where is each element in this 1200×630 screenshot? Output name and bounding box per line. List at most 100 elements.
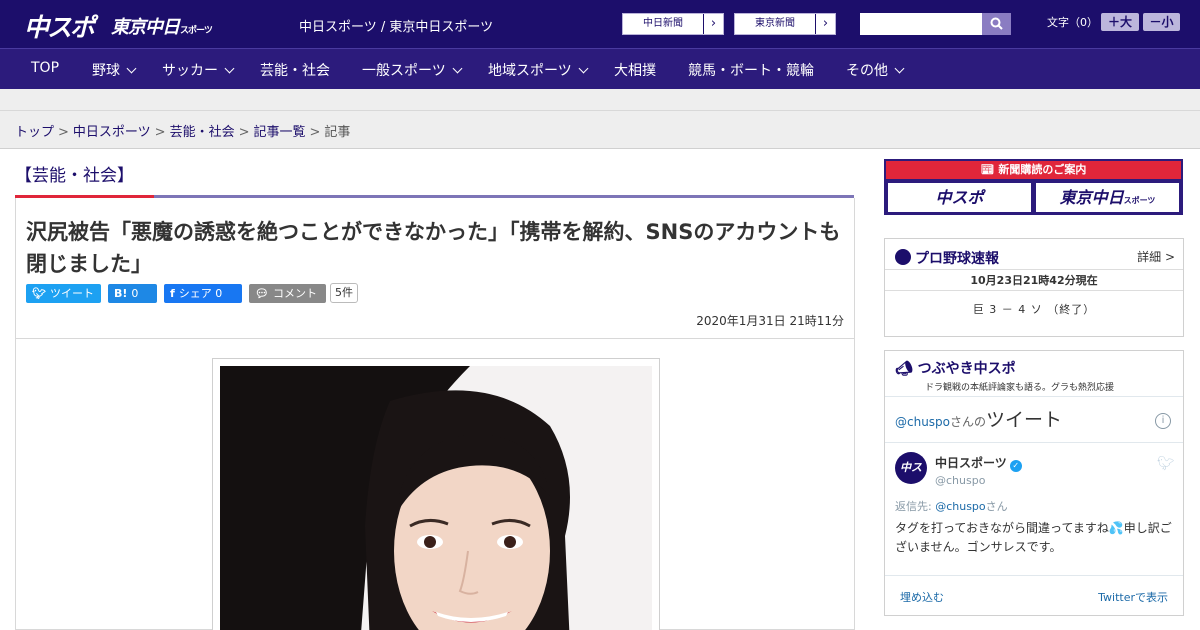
timeline-tweets-label: ツイート xyxy=(986,409,1063,431)
ad-logo-tokyo[interactable]: 東京中日スポーツ xyxy=(1036,183,1179,212)
ad-logo-tokyo-suffix: スポーツ xyxy=(1123,196,1156,205)
nav-label: 野球 xyxy=(92,63,120,79)
article: 沢尻被告「悪魔の誘惑を絶つことができなかった」「携帯を解約、SNSのアカウントも… xyxy=(15,198,855,630)
main-nav: TOP 野球 サッカー 芸能・社会 一般スポーツ 地域スポーツ 大相撲 競馬・ボ… xyxy=(0,48,1200,89)
nav-item-general-sports[interactable]: 一般スポーツ xyxy=(362,60,463,80)
comment-count-badge[interactable]: 5件 xyxy=(330,283,358,303)
nav-item-sumo[interactable]: 大相撲 xyxy=(614,60,656,80)
chevron-down-icon xyxy=(126,63,137,74)
avatar[interactable]: 中スポ xyxy=(895,452,927,506)
megaphone-icon: 📣︎ xyxy=(895,361,918,377)
newspaper-icon: 📰︎ xyxy=(980,163,999,176)
tweet-user-handle[interactable]: @chuspo xyxy=(935,474,985,487)
top-header: 中スポ 東京中日スポーツ 中日スポーツ / 東京中日スポーツ 中日新聞 › 東京… xyxy=(0,0,1200,48)
nav-label: 一般スポーツ xyxy=(362,63,446,79)
baseball-title-text: プロ野球速報 xyxy=(915,251,999,267)
breadcrumb-top[interactable]: トップ xyxy=(15,125,54,140)
font-larger-button[interactable]: ＋大 xyxy=(1101,13,1139,31)
breadcrumb-bar: トップ > 中日スポーツ > 芸能・社会 > 記事一覧 > 記事 xyxy=(0,111,1200,149)
game-score[interactable]: 巨 3 － 4 ソ （終了） xyxy=(885,301,1183,317)
tweet-user-name[interactable]: 中日スポーツ ✓ xyxy=(935,454,1022,472)
nav-label: 地域スポーツ xyxy=(488,63,572,79)
breadcrumb-chunichi-sports[interactable]: 中日スポーツ xyxy=(73,125,151,140)
article-photo-frame xyxy=(212,358,660,630)
speech-bubble-icon: 💬︎ xyxy=(255,287,269,300)
tweet-body: タグを打っておきながら間違ってますね💦申し訳ございません。ゴンサレスです。 xyxy=(895,521,1172,554)
info-icon[interactable]: i xyxy=(1155,413,1171,429)
article-photo[interactable] xyxy=(220,366,652,630)
portrait-image xyxy=(220,366,652,630)
baseball-detail-link[interactable]: 詳細 > xyxy=(1137,248,1175,265)
tokyo-shimbun-link[interactable]: 東京新聞 › xyxy=(734,13,836,35)
nav-item-soccer[interactable]: サッカー xyxy=(162,60,235,80)
font-smaller-button[interactable]: －小 xyxy=(1143,13,1180,31)
chevron-down-icon xyxy=(452,63,463,74)
search-icon xyxy=(990,17,1003,30)
tweet-button[interactable]: 🐦︎ ツイート xyxy=(26,284,101,303)
tokyo-chunichi-logo[interactable]: 東京中日スポーツ xyxy=(111,13,213,39)
breadcrumb: トップ > 中日スポーツ > 芸能・社会 > 記事一覧 > 記事 xyxy=(15,121,350,140)
nav-item-baseball[interactable]: 野球 xyxy=(92,60,137,80)
twitter-timeline: @chuspoさんのツイート i 中スポ 中日スポーツ ✓ @chuspo 🐦︎ … xyxy=(885,396,1183,604)
subscription-ad[interactable]: 📰︎ 新聞購読のご案内 中スポ 東京中日スポーツ xyxy=(884,159,1183,215)
timeline-handle[interactable]: @chuspo xyxy=(895,415,950,429)
timeline-footer-separator xyxy=(885,575,1183,576)
nav-item-racing[interactable]: 競馬・ボート・競輪 xyxy=(688,60,814,80)
embed-link[interactable]: 埋め込む xyxy=(900,589,944,605)
facebook-share-label: シェア 0 xyxy=(178,287,223,300)
nav-label: サッカー xyxy=(162,63,218,79)
hatena-bookmark-button[interactable]: B! 0 xyxy=(108,284,157,303)
user-name-text: 中日スポーツ xyxy=(935,456,1007,470)
breadcrumb-current: 記事 xyxy=(324,125,351,140)
ext-link-label: 東京新聞 xyxy=(755,18,795,29)
tweet-reply-to: 返信先: @chuspoさん xyxy=(895,498,1008,514)
nav-item-entertainment[interactable]: 芸能・社会 xyxy=(260,60,330,80)
chevron-right-icon: › xyxy=(703,14,723,34)
facebook-share-button[interactable]: f シェア 0 xyxy=(164,284,242,303)
chevron-down-icon xyxy=(578,63,589,74)
timeline-handle-suffix: さんの xyxy=(950,415,987,429)
twitter-title-text: つぶやき中スポ xyxy=(917,361,1016,377)
baseball-widget-title: プロ野球速報 xyxy=(895,248,999,268)
search-button[interactable] xyxy=(982,13,1011,35)
nav-item-regional-sports[interactable]: 地域スポーツ xyxy=(488,60,589,80)
chuspo-logo[interactable]: 中スポ xyxy=(24,8,95,44)
comment-label: コメント xyxy=(272,287,317,300)
twitter-widget-title: 📣︎ つぶやき中スポ xyxy=(895,358,1016,378)
baseball-score-widget: プロ野球速報 詳細 > 10月23日21時42分現在 巨 3 － 4 ソ （終了… xyxy=(884,238,1184,337)
breadcrumb-separator: > xyxy=(154,125,166,140)
score-updated-time: 10月23日21時42分現在 xyxy=(885,269,1183,291)
main-content: 【芸能・社会】 沢尻被告「悪魔の誘惑を絶つことができなかった」「携帯を解約、SN… xyxy=(0,149,1200,630)
breadcrumb-entertainment[interactable]: 芸能・社会 xyxy=(170,125,235,140)
nav-label: 競馬・ボート・競輪 xyxy=(688,63,814,79)
font-size-label: 文字（0） xyxy=(1047,16,1098,29)
hatena-icon: B! xyxy=(114,287,128,300)
site-name[interactable]: 中日スポーツ / 東京中日スポーツ xyxy=(299,16,493,35)
chevron-right-icon: › xyxy=(815,14,835,34)
search-input[interactable] xyxy=(860,13,982,35)
reply-handle-link[interactable]: @chuspo xyxy=(935,500,985,513)
nav-item-top[interactable]: TOP xyxy=(31,60,59,76)
comment-button[interactable]: 💬︎ コメント xyxy=(249,284,326,303)
tokyo-logo-text: 東京中日 xyxy=(111,17,180,38)
breadcrumb-separator: > xyxy=(58,125,69,140)
chevron-down-icon xyxy=(224,63,235,74)
nav-label: TOP xyxy=(31,60,60,76)
twitter-widget: 📣︎ つぶやき中スポ ドラ観戦の本紙評論家も語る。グラも熱烈応援 @chuspo… xyxy=(884,350,1184,616)
reply-suffix: さん xyxy=(985,500,1008,513)
breadcrumb-article-list[interactable]: 記事一覧 xyxy=(254,125,306,140)
ad-logo-tokyo-text: 東京中日 xyxy=(1059,188,1124,207)
nav-label: 大相撲 xyxy=(614,63,656,79)
timeline-separator xyxy=(885,442,1183,443)
chevron-down-icon xyxy=(894,63,905,74)
view-on-twitter-link[interactable]: Twitterで表示 xyxy=(1098,589,1168,605)
tokyo-logo-suffix: スポーツ xyxy=(180,26,213,36)
twitter-bird-icon[interactable]: 🐦︎ xyxy=(1157,456,1175,472)
baseball-icon xyxy=(895,249,911,265)
verified-badge-icon: ✓ xyxy=(1009,460,1022,472)
spacer-strip xyxy=(0,89,1200,111)
ext-link-label: 中日新聞 xyxy=(643,18,683,29)
chunichi-shimbun-link[interactable]: 中日新聞 › xyxy=(622,13,724,35)
nav-item-other[interactable]: その他 xyxy=(846,60,905,80)
ad-logo-chuspo[interactable]: 中スポ xyxy=(888,183,1031,212)
